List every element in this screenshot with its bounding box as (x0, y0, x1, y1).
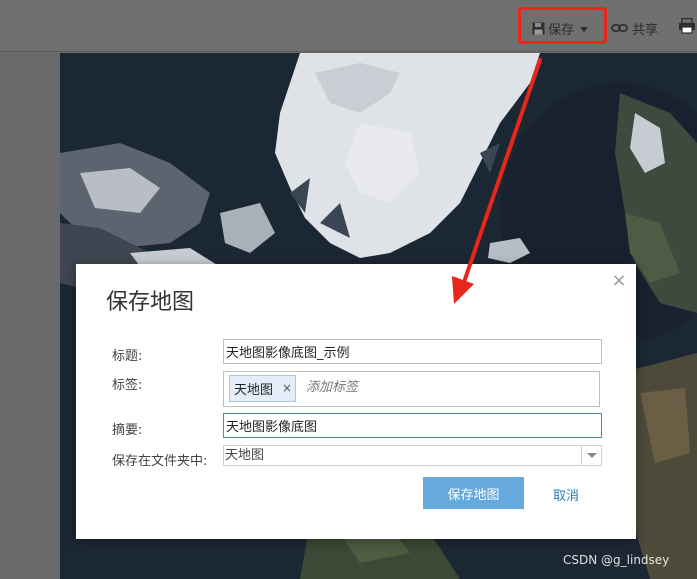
side-panel (0, 53, 60, 579)
folder-label: 保存在文件夹中: (112, 454, 208, 469)
save-map-dialog: × 保存地图 标题: 标签: 天地图 × 摘要: 保存在文件夹中: 天地图 保存… (76, 264, 636, 539)
cancel-button[interactable]: 取消 (553, 485, 579, 504)
dialog-title: 保存地图 (106, 290, 195, 315)
tag-chip: 天地图 × (229, 375, 296, 402)
save-highlight-box (518, 7, 607, 44)
close-icon[interactable]: × (611, 272, 627, 290)
link-icon (611, 24, 628, 32)
tag-entry-field[interactable] (306, 380, 586, 395)
watermark: CSDN @g_lindsey (563, 553, 670, 567)
title-input[interactable] (223, 339, 602, 364)
save-map-button[interactable]: 保存地图 (423, 477, 524, 509)
tags-input[interactable]: 天地图 × (223, 371, 600, 407)
remove-tag-icon[interactable]: × (282, 381, 292, 395)
summary-label: 摘要: (112, 423, 143, 438)
print-button[interactable] (678, 18, 697, 38)
chevron-down-icon[interactable] (581, 446, 601, 465)
title-label: 标题: (112, 349, 143, 364)
printer-icon (679, 18, 695, 34)
summary-input[interactable] (223, 413, 602, 438)
app-toolbar: 保存 共享 (0, 0, 697, 52)
tag-chip-label: 天地图 (234, 383, 274, 398)
share-button[interactable]: 共享 (611, 18, 658, 38)
folder-select[interactable]: 天地图 (223, 445, 602, 466)
tags-label: 标签: (112, 378, 143, 393)
share-label: 共享 (632, 22, 659, 38)
folder-select-value: 天地图 (225, 448, 265, 463)
